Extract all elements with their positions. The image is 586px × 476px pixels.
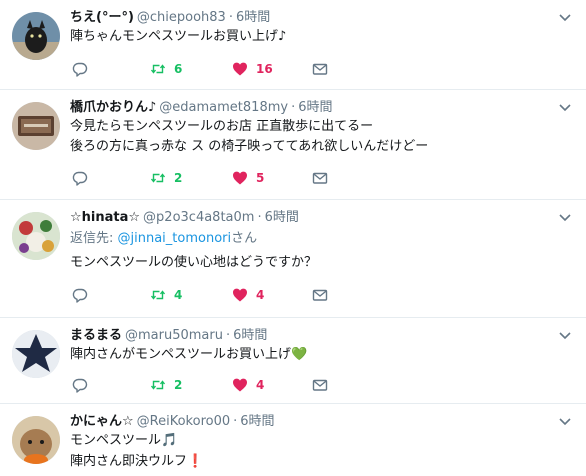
avatar[interactable]	[12, 330, 60, 378]
user-handle[interactable]: @edamamet818my	[159, 100, 288, 115]
reply-button[interactable]	[72, 59, 88, 79]
reply-icon	[72, 171, 88, 186]
envelope-icon	[312, 379, 328, 391]
avatar[interactable]	[12, 102, 60, 150]
heart-icon	[233, 171, 247, 185]
like-count: 5	[256, 171, 265, 185]
like-button[interactable]: 5	[232, 168, 264, 188]
like-count: 16	[256, 62, 273, 76]
message-button[interactable]	[312, 59, 328, 79]
tweet-text: 陣ちゃんモンペスツールお買い上げ♪	[70, 29, 287, 44]
tweet-2[interactable]: 橋爪かおりん♪ @edamamet818my · 6時間 今見たらモンペスツールのお店…	[0, 90, 586, 200]
retweet-button[interactable]: 2	[150, 168, 182, 188]
avatar[interactable]	[12, 12, 60, 60]
heart-icon	[233, 288, 247, 302]
tweet-5[interactable]: かにゃん☆ @ReiKokoro00 · 6時間 モンペスツール🎵 陣内さん即決ウルフ…	[0, 404, 586, 476]
tweet-text-line: モンペスツール🎵	[70, 433, 178, 448]
tweet-text-line: 陣内さん即決ウルフ❗	[70, 454, 204, 469]
chevron-down-icon[interactable]	[558, 328, 572, 342]
retweet-count: 4	[174, 288, 183, 302]
tweet-actions: 4 4	[70, 285, 350, 305]
like-button[interactable]: 4	[232, 285, 264, 305]
display-name[interactable]: ちえ(°ー°)	[70, 10, 134, 25]
like-button[interactable]: 16	[232, 59, 273, 79]
user-handle[interactable]: @ReiKokoro00	[137, 414, 230, 429]
display-name[interactable]: 橋爪かおりん♪	[70, 100, 156, 115]
display-name[interactable]: かにゃん☆	[70, 414, 134, 429]
tweet-actions: 6 16	[70, 59, 350, 79]
retweet-count: 2	[174, 378, 183, 392]
retweet-button[interactable]: 6	[150, 59, 182, 79]
reply-suffix: さん	[231, 231, 258, 246]
retweet-count: 6	[174, 62, 183, 76]
retweet-icon	[150, 173, 166, 183]
avatar[interactable]	[12, 416, 60, 464]
timestamp[interactable]: 6時間	[265, 210, 299, 225]
tweet-1[interactable]: ちえ(°ー°) @chiepooh83 · 6時間 陣ちゃんモンペスツールお買い上げ♪…	[0, 0, 586, 90]
reply-icon	[72, 378, 88, 393]
tweet-text-line: 後ろの方に真っ赤な ス の椅子映っててあれ欲しいんだけどー	[70, 139, 429, 154]
chevron-down-icon[interactable]	[558, 100, 572, 114]
user-handle[interactable]: @p2o3c4a8ta0m	[143, 210, 254, 225]
envelope-icon	[312, 63, 328, 75]
user-handle[interactable]: @maru50maru	[125, 328, 223, 343]
like-count: 4	[256, 288, 265, 302]
message-button[interactable]	[312, 375, 328, 395]
reply-button[interactable]	[72, 285, 88, 305]
separator: ·	[228, 10, 233, 25]
separator: ·	[257, 210, 262, 225]
reply-button[interactable]	[72, 375, 88, 395]
message-button[interactable]	[312, 168, 328, 188]
separator: ·	[233, 414, 238, 429]
timestamp[interactable]: 6時間	[240, 414, 274, 429]
reply-prefix: 返信先:	[70, 231, 118, 246]
reply-button[interactable]	[72, 168, 88, 188]
display-name[interactable]: ☆hinata☆	[70, 210, 140, 225]
tweet-4[interactable]: まるまる @maru50maru · 6時間 陣内さんがモンペスツールお買い上げ💚 2…	[0, 318, 586, 404]
avatar[interactable]	[12, 212, 60, 260]
like-count: 4	[256, 378, 265, 392]
heart-icon	[233, 62, 247, 76]
timestamp[interactable]: 6時間	[298, 100, 332, 115]
reply-context: 返信先: @jinnai_tomonoriさん	[70, 229, 257, 249]
display-name[interactable]: まるまる	[70, 328, 122, 343]
reply-icon	[72, 62, 88, 77]
separator: ·	[291, 100, 296, 115]
retweet-button[interactable]: 4	[150, 285, 182, 305]
chevron-down-icon[interactable]	[558, 210, 572, 224]
like-button[interactable]: 4	[232, 375, 264, 395]
retweet-count: 2	[174, 171, 183, 185]
user-handle[interactable]: @chiepooh83	[137, 10, 226, 25]
retweet-icon	[150, 64, 166, 74]
separator: ·	[226, 328, 231, 343]
retweet-icon	[150, 380, 166, 390]
tweet-text: 陣内さんがモンペスツールお買い上げ💚	[70, 347, 308, 362]
tweet-text-line: 今見たらモンペスツールのお店 正直散歩に出てるー	[70, 119, 374, 134]
heart-icon	[233, 378, 247, 392]
retweet-button[interactable]: 2	[150, 375, 182, 395]
retweet-icon	[150, 290, 166, 300]
envelope-icon	[312, 172, 328, 184]
envelope-icon	[312, 289, 328, 301]
reply-mention-link[interactable]: @jinnai_tomonori	[118, 231, 232, 246]
tweet-actions: 2 4	[70, 375, 350, 395]
chevron-down-icon[interactable]	[558, 10, 572, 24]
timestamp[interactable]: 6時間	[236, 10, 270, 25]
tweet-actions: 2 5	[70, 168, 350, 188]
message-button[interactable]	[312, 285, 328, 305]
reply-icon	[72, 288, 88, 303]
tweet-3[interactable]: ☆hinata☆ @p2o3c4a8ta0m · 6時間 返信先: @jinnai_t…	[0, 200, 586, 318]
timestamp[interactable]: 6時間	[233, 328, 267, 343]
tweet-text: モンペスツールの使い心地はどうですか？	[70, 255, 318, 270]
chevron-down-icon[interactable]	[558, 414, 572, 428]
